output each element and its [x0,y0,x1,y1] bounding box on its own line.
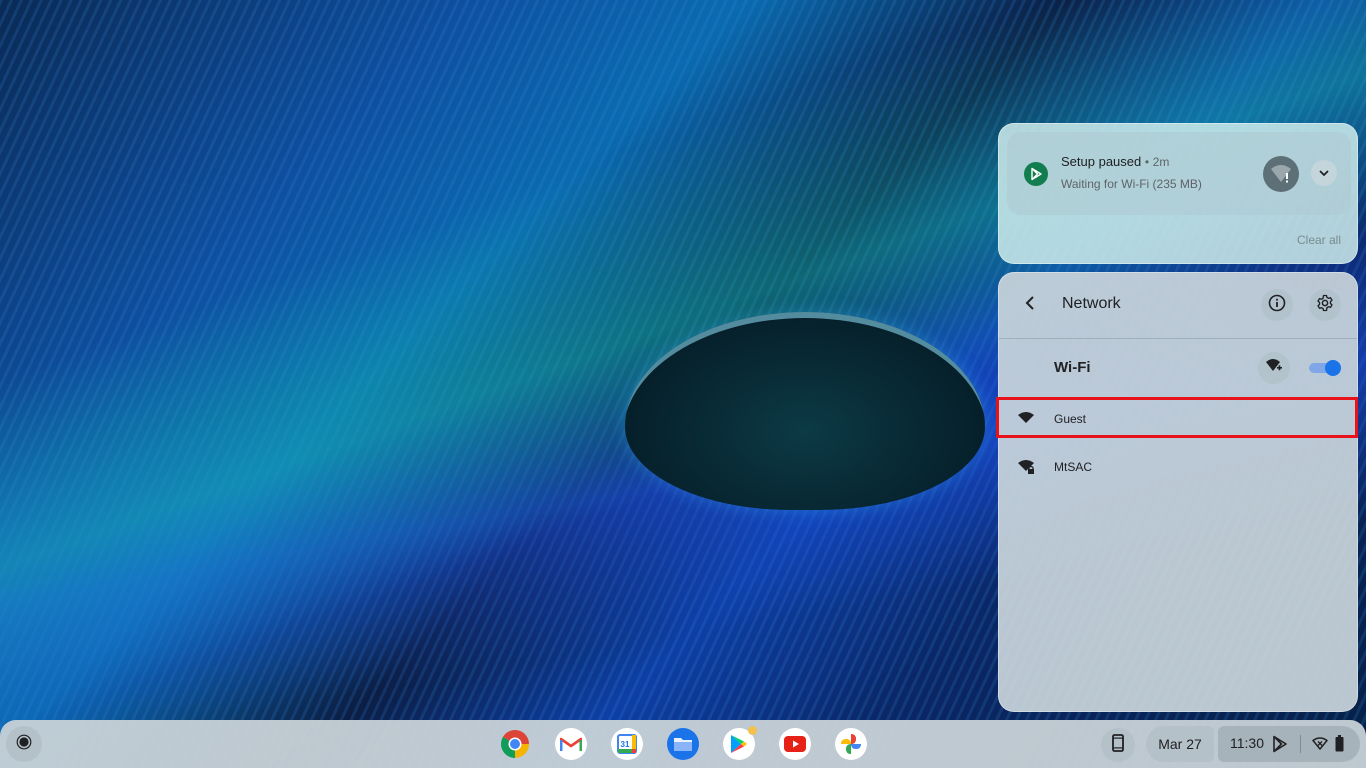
notification-title: Setup paused [1061,154,1142,169]
wifi-toggle[interactable] [1309,360,1341,376]
calendar-icon: 31 [617,734,637,754]
notification-title-line: Setup paused • 2m [1061,154,1169,169]
add-wifi-button[interactable] [1258,352,1290,384]
date-tray-button[interactable]: Mar 27 [1146,726,1214,762]
play-store-icon [730,734,748,754]
wifi-alert-icon [1263,156,1299,192]
wifi-toggle-knob [1325,360,1341,376]
clock-time: 11:30 [1230,735,1264,751]
network-panel: Network Wi-Fi Guest MtSAC [998,272,1358,712]
wifi-label: Wi-Fi [1054,359,1091,376]
wifi-row: Wi-Fi [999,339,1357,399]
back-button[interactable] [1017,292,1043,318]
wifi-signal-icon [1017,411,1037,429]
play-store-icon [1024,162,1048,186]
wifi-secured-icon [1017,459,1037,477]
shelf-app-play-store[interactable] [723,726,757,760]
wifi-disconnected-icon [1312,737,1328,755]
gmail-icon [560,736,582,752]
chevron-left-icon [1025,295,1035,315]
chrome-icon [499,728,531,760]
play-store-icon [1272,735,1288,758]
notification-body: Waiting for Wi-Fi (235 MB) [1061,177,1202,191]
shelf: 31 Mar 27 11:30 [0,720,1366,768]
battery-icon [1335,735,1344,757]
notification-panel: Setup paused • 2m Waiting for Wi-Fi (235… [998,123,1358,264]
tray-divider [1300,735,1301,753]
notification-card[interactable]: Setup paused • 2m Waiting for Wi-Fi (235… [1007,132,1351,215]
info-icon [1268,294,1286,317]
network-info-button[interactable] [1261,289,1293,321]
network-item-guest[interactable]: Guest [999,400,1357,438]
launcher-button[interactable] [6,726,42,762]
shelf-app-youtube[interactable] [779,728,811,760]
network-settings-button[interactable] [1309,289,1341,321]
notification-separator: • [1144,155,1150,169]
youtube-icon [784,736,806,752]
shelf-app-gmail[interactable] [555,728,587,760]
status-area-button[interactable]: 11:30 [1218,726,1360,762]
phone-hub-button[interactable] [1101,728,1135,762]
network-header: Network [999,273,1357,339]
calendar-date-text: 31 [621,740,630,749]
files-icon [673,736,693,752]
network-item-mtsac[interactable]: MtSAC [999,448,1357,486]
shelf-app-calendar[interactable]: 31 [611,728,643,760]
network-name: MtSAC [1054,460,1093,474]
clear-all-button[interactable]: Clear all [1297,233,1341,247]
notification-time: 2m [1152,155,1170,169]
photos-icon [840,733,862,755]
shelf-app-files[interactable] [667,728,699,760]
gear-icon [1316,294,1334,317]
chevron-down-icon [1319,164,1329,182]
network-name: Guest [1054,412,1087,426]
add-wifi-icon [1265,358,1283,379]
launcher-icon [16,734,32,755]
network-title: Network [1062,295,1121,312]
notification-badge [748,726,757,735]
shelf-app-chrome[interactable] [499,728,531,760]
shelf-app-photos[interactable] [835,728,867,760]
phone-hub-icon [1112,733,1124,757]
expand-notification-button[interactable] [1311,160,1337,186]
